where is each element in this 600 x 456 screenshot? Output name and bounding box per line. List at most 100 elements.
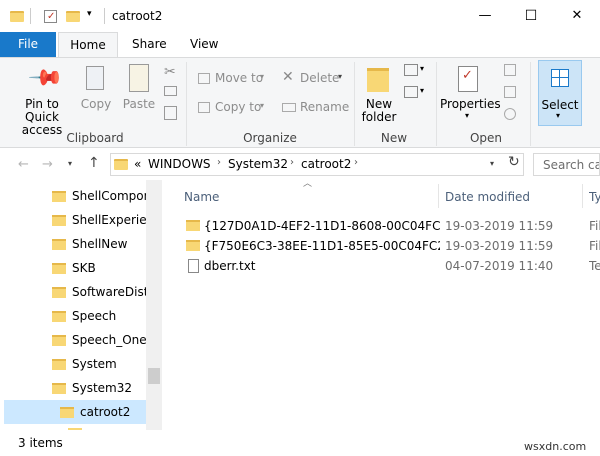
nav-item-shellexperiences[interactable]: ShellExperiences [72, 208, 146, 232]
folder-icon [60, 407, 74, 418]
watermark: wsxdn.com [524, 440, 587, 453]
maximize-button[interactable]: ☐ [508, 0, 554, 32]
folder-icon [114, 159, 128, 170]
breadcrumb-windows[interactable]: WINDOWS [148, 157, 211, 171]
minimize-button[interactable]: — [462, 0, 508, 32]
tab-view[interactable]: View [178, 32, 230, 57]
group-separator [354, 62, 355, 146]
tab-share[interactable]: Share [120, 32, 179, 57]
chevron-right-icon[interactable]: › [354, 157, 358, 168]
chevron-down-icon[interactable]: ▾ [420, 86, 424, 95]
rename-button[interactable]: Rename [280, 99, 350, 117]
tab-file[interactable]: File [0, 32, 56, 57]
table-row[interactable]: {F750E6C3-38EE-11D1-85E5-00C04FC295... 1… [180, 236, 600, 256]
paste-button[interactable]: Paste [120, 64, 158, 126]
nav-item-shellcomponents[interactable]: ShellComponents [52, 184, 146, 208]
properties-quick-icon[interactable]: ✓ [44, 10, 57, 23]
status-bar [0, 430, 600, 456]
nav-item-shellnew[interactable]: ShellNew [72, 232, 146, 256]
new-item-icon[interactable] [404, 64, 418, 76]
move-to-button[interactable]: Move to ▾ [196, 70, 272, 88]
window-title: catroot2 [112, 9, 163, 23]
folder-icon [52, 191, 66, 202]
nav-scrollbar[interactable] [146, 180, 162, 430]
nav-item-label: ShellComponents [72, 189, 146, 203]
edit-icon[interactable] [504, 86, 516, 98]
column-header-name[interactable]: Name [184, 186, 219, 208]
nav-item-skb[interactable]: SKB [72, 256, 146, 280]
open-icon[interactable] [504, 64, 516, 76]
pin-to-quick-access-button[interactable]: 📌 Pin to Quick access [8, 60, 76, 137]
column-header-date[interactable]: Date modified [445, 186, 530, 208]
chevron-right-icon[interactable]: › [290, 157, 294, 168]
table-row[interactable]: dberr.txt 04-07-2019 11:40 Te [180, 256, 600, 276]
breadcrumb-catroot2[interactable]: catroot2 [301, 157, 351, 171]
file-name: {127D0A1D-4EF2-11D1-8608-00C04FC295... [204, 219, 440, 233]
chevron-down-icon: ▾ [338, 72, 343, 81]
column-header-type[interactable]: Ty [589, 186, 600, 208]
file-type: Te [589, 259, 600, 273]
refresh-icon[interactable]: ↻ [508, 154, 520, 170]
folder-icon [52, 239, 66, 250]
folder-icon [52, 311, 66, 322]
folder-icon [186, 240, 200, 251]
easy-access-icon[interactable] [404, 86, 418, 98]
column-divider[interactable] [582, 184, 583, 208]
nav-item-system[interactable]: System [72, 352, 146, 376]
up-icon[interactable]: ↑ [88, 155, 100, 171]
rename-label: Rename [300, 100, 350, 114]
copy-label: Copy [80, 97, 112, 111]
nav-item-system32[interactable]: System32 [72, 376, 146, 400]
new-folder-label: New folder [361, 97, 397, 124]
copy-to-icon [198, 102, 210, 113]
item-count: 3 items [18, 436, 63, 450]
close-button[interactable]: ✕ [554, 0, 600, 32]
new-folder-button[interactable]: New folder [360, 64, 398, 126]
group-separator [530, 62, 531, 146]
paste-label: Paste [122, 97, 156, 111]
select-grid-icon [551, 69, 569, 87]
paste-shortcut-icon[interactable] [164, 106, 177, 120]
file-type: Fil [589, 219, 600, 233]
new-folder-icon [367, 68, 389, 92]
chevron-down-icon: ▾ [260, 101, 265, 110]
group-separator [436, 62, 437, 146]
nav-scrollbar-thumb[interactable] [148, 368, 160, 384]
column-divider[interactable] [438, 184, 439, 208]
nav-item-speech-onecore[interactable]: Speech_OneCore [72, 328, 146, 352]
forward-icon[interactable]: → [42, 157, 53, 172]
copy-to-label: Copy to [215, 100, 262, 114]
breadcrumb-overflow[interactable]: « [134, 157, 141, 171]
select-button[interactable]: Select ▾ [538, 60, 582, 126]
file-name: {F750E6C3-38EE-11D1-85E5-00C04FC295... [204, 239, 440, 253]
folder-icon [52, 383, 66, 394]
delete-button[interactable]: ✕ Delete ▾ [280, 69, 348, 88]
chevron-down-icon[interactable]: ▾ [420, 64, 424, 73]
properties-button[interactable]: ✓ Properties ▾ [440, 64, 501, 126]
sort-ascending-icon: ︿ [303, 179, 313, 189]
new-folder-quick-icon[interactable] [66, 11, 80, 22]
group-separator [186, 62, 187, 146]
copy-button[interactable]: Copy [78, 64, 114, 126]
tab-home[interactable]: Home [58, 32, 118, 58]
delete-icon: ✕ [282, 69, 294, 85]
text-file-icon [188, 259, 199, 273]
copy-to-button[interactable]: Copy to ▾ [196, 99, 272, 117]
move-to-icon [198, 73, 210, 84]
folder-icon [52, 287, 66, 298]
breadcrumb-system32[interactable]: System32 [228, 157, 288, 171]
chevron-down-icon: ▾ [260, 72, 265, 81]
customize-quick-access-icon[interactable]: ▾ [87, 9, 92, 19]
copy-path-icon[interactable] [164, 86, 177, 96]
nav-item-catroot2[interactable]: catroot2 [80, 400, 144, 424]
address-history-icon[interactable]: ▾ [490, 159, 494, 168]
cut-icon[interactable]: ✂ [164, 64, 176, 80]
table-row[interactable]: {127D0A1D-4EF2-11D1-8608-00C04FC295... 1… [180, 216, 600, 236]
nav-item-speech[interactable]: Speech [72, 304, 146, 328]
nav-item-softwaredistribution[interactable]: SoftwareDistribution [72, 280, 146, 304]
search-input[interactable]: Search cat... [533, 153, 600, 176]
chevron-right-icon[interactable]: › [217, 157, 221, 168]
back-icon[interactable]: ← [18, 157, 29, 172]
history-icon[interactable] [504, 108, 516, 120]
recent-locations-icon[interactable]: ▾ [68, 159, 72, 168]
